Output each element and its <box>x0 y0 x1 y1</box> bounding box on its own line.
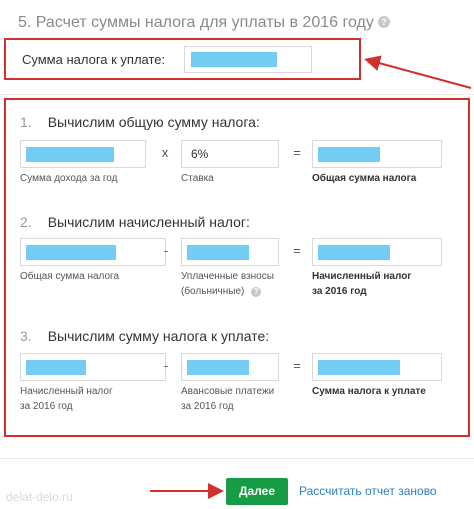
arrow-to-summary <box>364 55 472 89</box>
annotation-arrows <box>150 55 472 499</box>
